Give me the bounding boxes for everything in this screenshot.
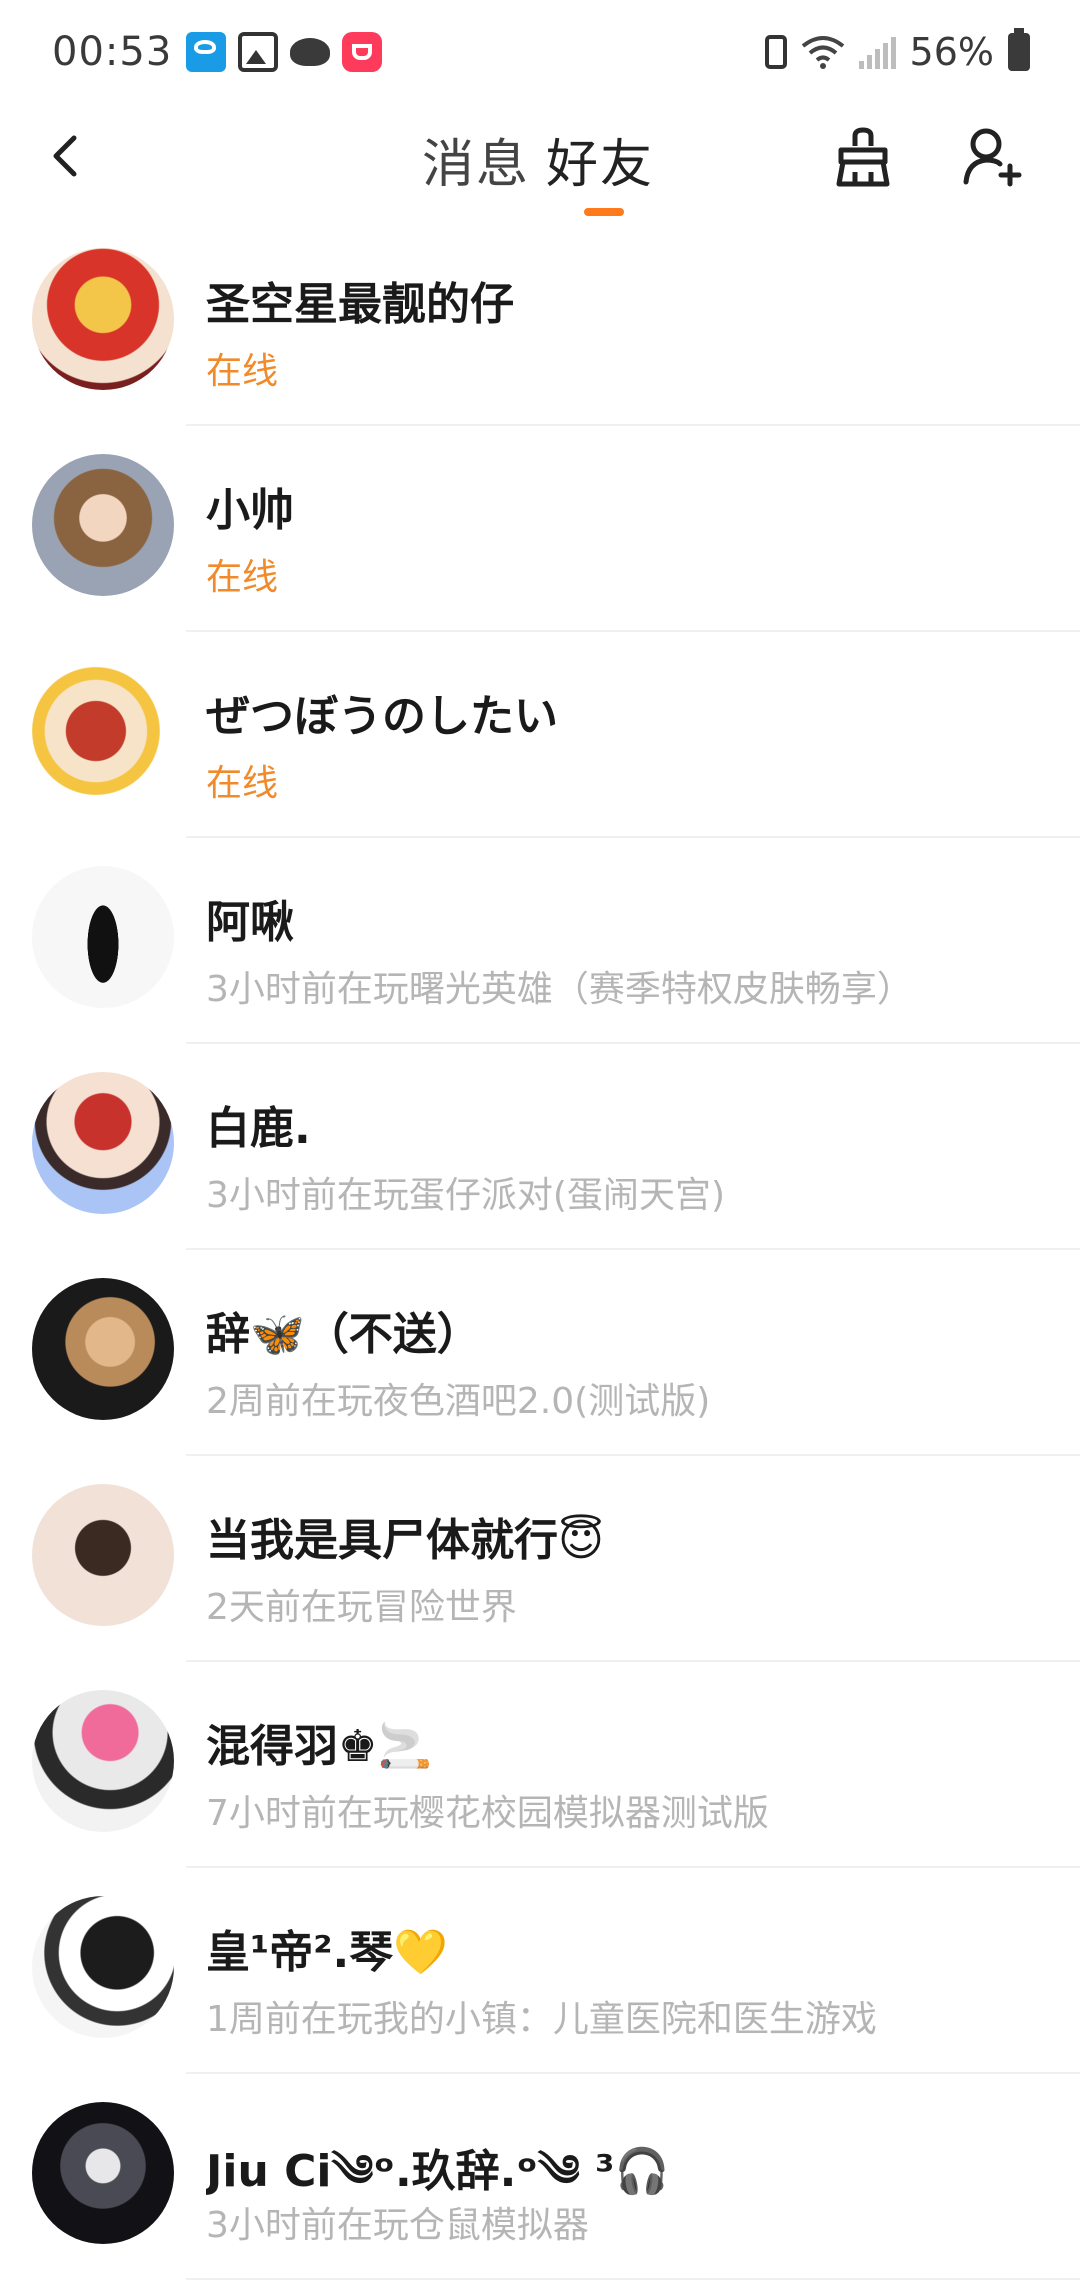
- tab-bar: 消息 好友: [0, 104, 1080, 220]
- tab-messages[interactable]: 消息: [422, 122, 530, 197]
- friend-status: 7小时前在玩樱花校园模拟器测试版: [206, 1793, 769, 1834]
- friend-name: 小帅: [206, 485, 294, 536]
- add-friend-button[interactable]: [960, 124, 1026, 190]
- friend-row[interactable]: 小帅 在线: [0, 426, 1080, 632]
- friend-list: 圣空星最靓的仔 在线 小帅 在线 ぜつぼうのしたい 在线 阿啾 3小时前在玩曙光…: [0, 220, 1080, 2280]
- friend-status: 在线: [206, 351, 279, 392]
- friend-status: 在线: [206, 557, 279, 598]
- avatar[interactable]: [32, 1896, 174, 2038]
- friend-name: 皇¹帝².琴💛: [206, 1927, 449, 1978]
- active-tab-indicator: [584, 208, 624, 216]
- cloud-icon: [290, 38, 331, 66]
- battery-saver-icon: [764, 35, 787, 69]
- gallery-icon: [238, 32, 279, 72]
- clean-brush-icon: [836, 127, 890, 187]
- avatar[interactable]: [32, 1278, 174, 1420]
- friend-name: ぜつぼうのしたい: [206, 691, 558, 742]
- friend-row[interactable]: 阿啾 3小时前在玩曙光英雄（赛季特权皮肤畅享）: [0, 838, 1080, 1044]
- friend-row[interactable]: 混得羽♚🚬 7小时前在玩樱花校园模拟器测试版: [0, 1662, 1080, 1868]
- friend-name: 阿啾: [206, 897, 294, 948]
- wifi-icon: [801, 36, 844, 69]
- status-bar: 00:53 56%: [0, 0, 1080, 104]
- friend-status: 3小时前在玩蛋仔派对(蛋闹天宫): [206, 1175, 725, 1216]
- friend-row[interactable]: Jiu Ci༄ᵒ.玖辞.ᵒ༄ ³🎧 3小时前在玩仓鼠模拟器: [0, 2074, 1080, 2280]
- avatar[interactable]: [32, 1690, 174, 1832]
- friend-name: 圣空星最靓的仔: [206, 279, 514, 330]
- friend-status: 3小时前在玩仓鼠模拟器: [206, 2205, 589, 2246]
- friend-row[interactable]: 白鹿. 3小时前在玩蛋仔派对(蛋闹天宫): [0, 1044, 1080, 1250]
- friend-name: 混得羽♚🚬: [206, 1721, 433, 1772]
- friend-status: 1周前在玩我的小镇：儿童医院和医生游戏: [206, 1999, 877, 2040]
- friend-row[interactable]: 圣空星最靓的仔 在线: [0, 220, 1080, 426]
- avatar[interactable]: [32, 1484, 174, 1626]
- avatar[interactable]: [32, 2102, 174, 2244]
- friend-name: 当我是具尸体就行😇: [206, 1515, 604, 1566]
- avatar[interactable]: [32, 248, 174, 390]
- system-icons: 56%: [764, 28, 1030, 74]
- add-friend-icon: [963, 128, 1022, 187]
- avatar[interactable]: [32, 1072, 174, 1214]
- header: 消息 好友: [0, 104, 1080, 220]
- clean-button[interactable]: [830, 124, 896, 190]
- avatar[interactable]: [32, 866, 174, 1008]
- shopping-bag-icon: [342, 32, 383, 72]
- notification-icons: [186, 32, 383, 72]
- battery-percent: 56%: [909, 30, 994, 74]
- friend-row[interactable]: 皇¹帝².琴💛 1周前在玩我的小镇：儿童医院和医生游戏: [0, 1868, 1080, 2074]
- mail-app-icon: [186, 32, 227, 72]
- friend-status: 在线: [206, 763, 279, 804]
- battery-icon: [1008, 28, 1030, 71]
- friend-status: 2天前在玩冒险世界: [206, 1587, 517, 1628]
- signal-icon: [858, 35, 896, 69]
- friend-row[interactable]: 当我是具尸体就行😇 2天前在玩冒险世界: [0, 1456, 1080, 1662]
- friend-row[interactable]: ぜつぼうのしたい 在线: [0, 632, 1080, 838]
- friend-status: 3小时前在玩曙光英雄（赛季特权皮肤畅享）: [206, 969, 913, 1010]
- friend-name: 白鹿.: [206, 1103, 311, 1154]
- friend-name: 辞🦋（不送）: [206, 1309, 481, 1360]
- avatar[interactable]: [32, 454, 174, 596]
- avatar[interactable]: [32, 660, 174, 802]
- friend-status: 2周前在玩夜色酒吧2.0(测试版): [206, 1381, 711, 1422]
- back-arrow-icon: [53, 135, 77, 177]
- tab-friends[interactable]: 好友: [546, 122, 654, 197]
- back-button[interactable]: [36, 126, 96, 186]
- status-time: 00:53: [52, 29, 173, 75]
- friend-row[interactable]: 辞🦋（不送） 2周前在玩夜色酒吧2.0(测试版): [0, 1250, 1080, 1456]
